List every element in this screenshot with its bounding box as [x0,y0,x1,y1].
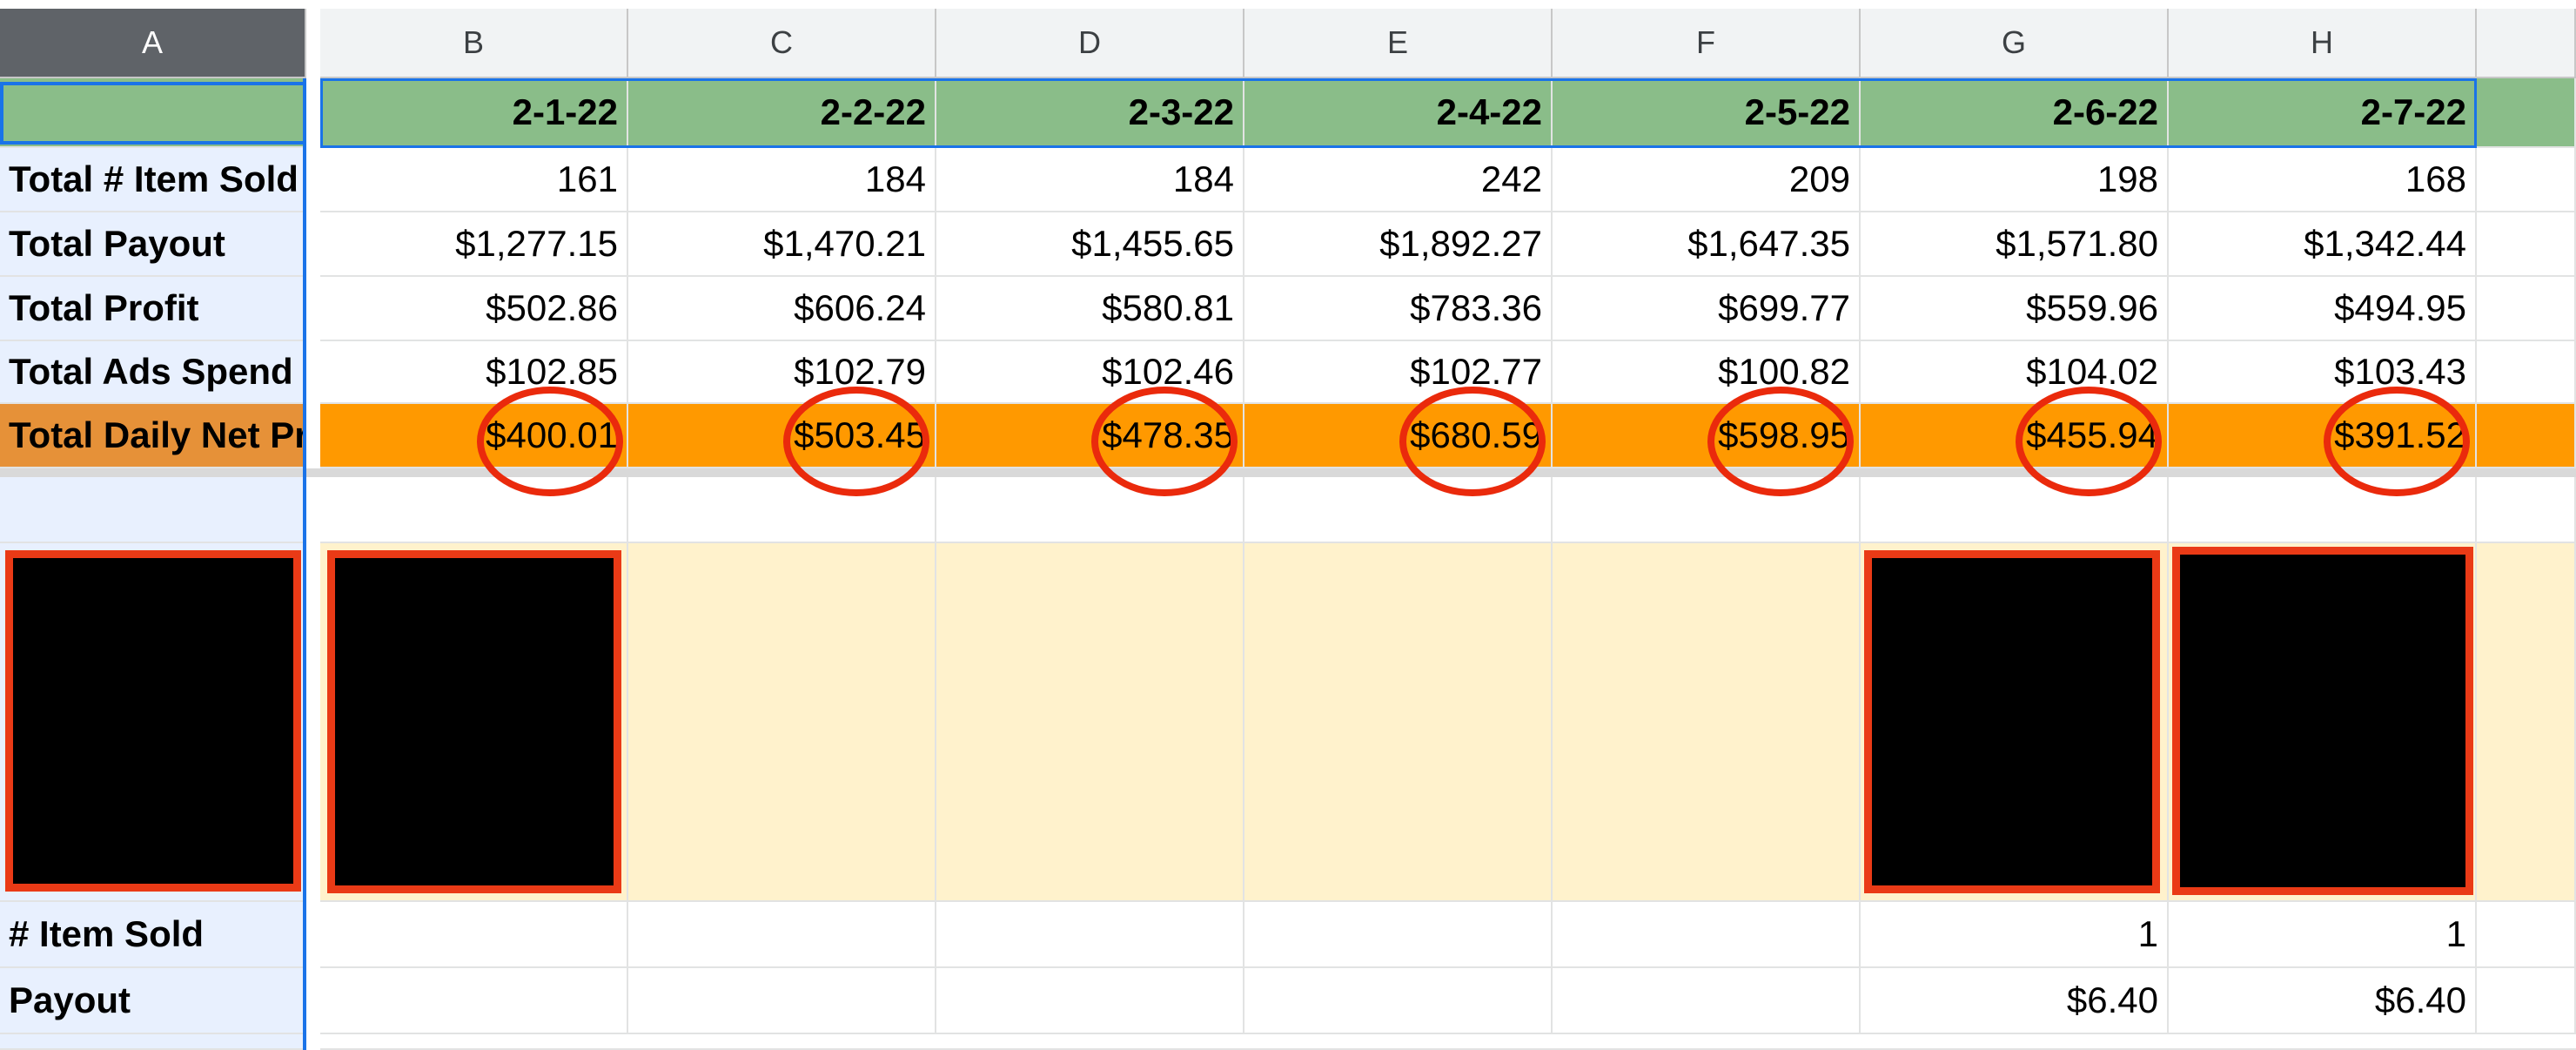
annotation-circle [783,387,929,496]
value-cell[interactable] [320,968,628,1034]
empty-cell[interactable] [2477,902,2576,968]
row-label-partial[interactable] [0,1034,306,1050]
value-cell[interactable] [320,902,628,968]
annotation-circle [1091,387,1238,496]
image-cell[interactable] [1244,543,1553,902]
redacted-image[interactable] [5,550,301,892]
column-header-h[interactable]: H [2169,9,2477,78]
row-label-total-payout[interactable]: Total Payout [0,212,306,277]
date-cell[interactable]: 2-4-22 [1244,78,1553,148]
value-cell[interactable]: 1 [2169,902,2477,968]
image-cell[interactable] [2477,543,2576,902]
value-cell[interactable] [936,968,1244,1034]
column-header-e[interactable]: E [1244,9,1553,78]
value-cell[interactable] [936,902,1244,968]
value-cell[interactable] [1244,902,1553,968]
net-profit-cell-empty[interactable] [2477,404,2576,468]
value-cell[interactable] [1553,968,1861,1034]
value-cell[interactable]: $580.81 [936,277,1244,341]
column-header-c[interactable]: C [628,9,936,78]
image-cell[interactable] [936,543,1244,902]
row-label-total-ads-spend[interactable]: Total Ads Spend [0,341,306,404]
value-cell[interactable] [628,902,936,968]
value-cell[interactable]: $1,455.65 [936,212,1244,277]
value-cell[interactable]: $1,571.80 [1861,212,2169,277]
redacted-image[interactable] [2172,547,2473,895]
value-cell[interactable]: 1 [1861,902,2169,968]
value-cell[interactable]: $1,892.27 [1244,212,1553,277]
value-cell[interactable]: 161 [320,148,628,212]
value-cell[interactable]: 168 [2169,148,2477,212]
date-cell[interactable]: 2-5-22 [1553,78,1861,148]
value-cell[interactable]: $502.86 [320,277,628,341]
value-cell[interactable]: 184 [936,148,1244,212]
row-label-total-profit[interactable]: Total Profit [0,277,306,341]
empty-cell[interactable] [2477,968,2576,1034]
frozen-row-divider[interactable] [0,468,2576,477]
date-cell-empty[interactable] [2477,78,2576,148]
spreadsheet-grid: A B C D E F G H 2-1-22 2-2-22 2-3-22 2-4… [0,0,2576,1050]
column-header-a[interactable]: A [0,9,306,78]
date-cell[interactable]: 2-2-22 [628,78,936,148]
partial-row[interactable] [320,1034,2576,1050]
value-cell[interactable]: 242 [1244,148,1553,212]
row-label-total-items-sold[interactable]: Total # Item Sold [0,148,306,212]
empty-cell[interactable] [2477,148,2576,212]
annotation-circle [1707,387,1854,496]
annotation-circle [1399,387,1546,496]
value-cell[interactable]: $783.36 [1244,277,1553,341]
annotation-circle [2016,387,2162,496]
value-cell[interactable] [1244,968,1553,1034]
redacted-image[interactable] [1864,550,2160,893]
annotation-circle [477,387,623,496]
column-header-d[interactable]: D [936,9,1244,78]
value-cell[interactable]: 209 [1553,148,1861,212]
column-header-i[interactable] [2477,9,2576,78]
empty-cell[interactable] [2477,477,2576,543]
value-cell[interactable]: $1,647.35 [1553,212,1861,277]
row-label-empty[interactable] [0,477,306,543]
column-a-selection-edge [303,78,306,1050]
column-header-g[interactable]: G [1861,9,2169,78]
value-cell[interactable]: $1,342.44 [2169,212,2477,277]
image-cell[interactable] [1553,543,1861,902]
value-cell[interactable]: 184 [628,148,936,212]
value-cell[interactable]: $559.96 [1861,277,2169,341]
value-cell[interactable]: $1,470.21 [628,212,936,277]
date-cell[interactable]: 2-3-22 [936,78,1244,148]
value-cell[interactable]: $494.95 [2169,277,2477,341]
value-cell[interactable]: $606.24 [628,277,936,341]
value-cell[interactable] [1553,902,1861,968]
row-label-item-sold[interactable]: # Item Sold [0,902,306,968]
value-cell[interactable]: $1,277.15 [320,212,628,277]
date-cell[interactable]: 2-1-22 [320,78,628,148]
empty-cell[interactable] [2477,341,2576,404]
empty-cell[interactable] [2477,212,2576,277]
column-header-f[interactable]: F [1553,9,1861,78]
row-label-payout[interactable]: Payout [0,968,306,1034]
value-cell[interactable]: $699.77 [1553,277,1861,341]
value-cell[interactable]: $6.40 [2169,968,2477,1034]
value-cell[interactable] [628,968,936,1034]
column-gap [306,9,320,1050]
image-cell[interactable] [628,543,936,902]
annotation-circle [2324,387,2470,496]
cell-a-date-row[interactable] [0,78,306,148]
date-cell[interactable]: 2-6-22 [1861,78,2169,148]
column-header-b[interactable]: B [320,9,628,78]
redacted-image[interactable] [327,550,621,893]
empty-cell[interactable] [2477,277,2576,341]
date-cell[interactable]: 2-7-22 [2169,78,2477,148]
row-label-total-daily-net-profit[interactable]: Total Daily Net Profit [0,404,306,468]
value-cell[interactable]: $6.40 [1861,968,2169,1034]
value-cell[interactable]: 198 [1861,148,2169,212]
